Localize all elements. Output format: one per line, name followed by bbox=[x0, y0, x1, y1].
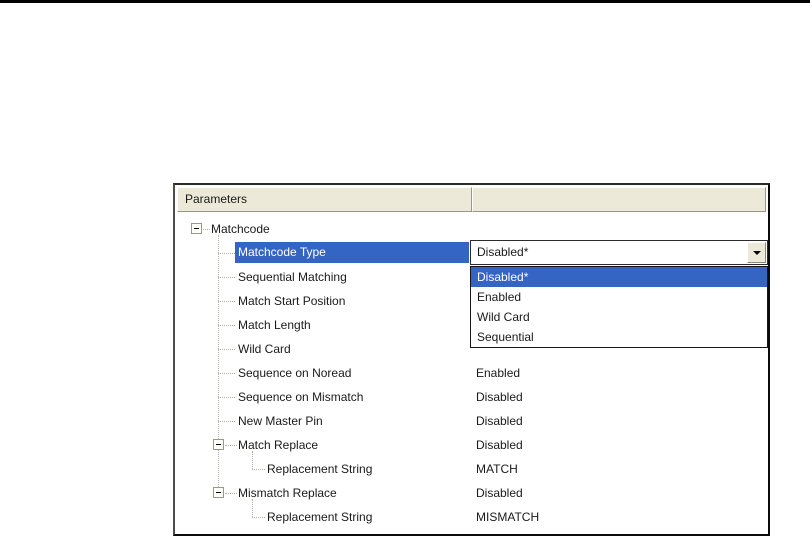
minus-glyph bbox=[216, 444, 221, 445]
parameters-tree: Matchcode Matchcode Type Sequential Matchi… bbox=[175, 212, 768, 534]
tree-item-label[interactable]: Replacement String bbox=[267, 457, 372, 481]
matchcode-type-combobox[interactable]: Disabled* bbox=[470, 240, 768, 265]
tree-item-label[interactable]: Wild Card bbox=[238, 337, 291, 361]
column-header-value[interactable] bbox=[472, 187, 766, 212]
tree-item-label[interactable]: Sequential Matching bbox=[238, 265, 347, 289]
tree-item-label[interactable]: Match Length bbox=[238, 313, 311, 337]
parameters-panel: Parameters Matchcode Matchcode Type Sequen… bbox=[173, 183, 770, 536]
tree-item-label[interactable]: Replacement String bbox=[267, 505, 372, 529]
param-value: MISMATCH bbox=[476, 510, 540, 524]
param-value: MATCH bbox=[476, 462, 518, 476]
tree-item-label[interactable]: Match Start Position bbox=[238, 289, 345, 313]
tree-expander-minus-icon[interactable] bbox=[213, 439, 224, 450]
param-value: Disabled bbox=[476, 438, 523, 452]
tree-row: Replacement String MATCH bbox=[175, 457, 768, 481]
tree-item-label[interactable]: Sequence on Noread bbox=[238, 361, 351, 385]
combobox-dropdown-button[interactable] bbox=[747, 242, 766, 263]
minus-glyph bbox=[194, 228, 199, 229]
tree-row: Mismatch Replace Disabled bbox=[175, 481, 768, 505]
column-header-bar: Parameters bbox=[177, 187, 766, 212]
tree-connector-stub bbox=[218, 421, 235, 422]
tree-item-label[interactable]: Matchcode Type bbox=[235, 242, 469, 263]
top-rule bbox=[0, 0, 810, 3]
param-value: Disabled bbox=[476, 390, 523, 404]
tree-row: Sequence on Noread Enabled bbox=[175, 361, 768, 385]
dropdown-option[interactable]: Sequential bbox=[471, 327, 767, 347]
tree-row: Match Replace Disabled bbox=[175, 433, 768, 457]
tree-row: New Master Pin Disabled bbox=[175, 409, 768, 433]
tree-connector-stub bbox=[218, 301, 235, 302]
tree-connector-stub bbox=[252, 517, 265, 518]
tree-connector-stub bbox=[218, 325, 235, 326]
tree-connector-stub bbox=[218, 373, 235, 374]
chevron-down-icon bbox=[752, 250, 761, 255]
tree-connector-stub bbox=[218, 253, 235, 254]
dropdown-option[interactable]: Disabled* bbox=[471, 267, 767, 287]
tree-item-label[interactable]: New Master Pin bbox=[238, 409, 323, 433]
selected-row-highlight[interactable]: Matchcode Type bbox=[235, 242, 469, 263]
combobox-value: Disabled* bbox=[477, 245, 529, 259]
dropdown-option[interactable]: Enabled bbox=[471, 287, 767, 307]
dropdown-option[interactable]: Wild Card bbox=[471, 307, 767, 327]
param-value: Disabled bbox=[476, 486, 523, 500]
tree-connector-stub bbox=[218, 349, 235, 350]
column-header-parameters[interactable]: Parameters bbox=[177, 187, 472, 212]
tree-row: Replacement String MISMATCH bbox=[175, 505, 768, 529]
minus-glyph bbox=[216, 492, 221, 493]
tree-connector-stub bbox=[225, 493, 237, 494]
tree-expander-minus-icon[interactable] bbox=[191, 223, 202, 234]
tree-connector-stub bbox=[218, 277, 235, 278]
tree-item-label[interactable]: Match Replace bbox=[238, 433, 318, 457]
tree-connector-stub bbox=[218, 397, 235, 398]
matchcode-type-dropdown-list: Disabled* Enabled Wild Card Sequential bbox=[470, 266, 768, 348]
tree-connector-stub bbox=[225, 445, 237, 446]
tree-item-label[interactable]: Sequence on Mismatch bbox=[238, 385, 363, 409]
tree-row: Matchcode bbox=[175, 217, 768, 241]
tree-row: Sequence on Mismatch Disabled bbox=[175, 385, 768, 409]
tree-item-label[interactable]: Mismatch Replace bbox=[238, 481, 337, 505]
tree-expander-minus-icon[interactable] bbox=[213, 487, 224, 498]
tree-connector-stub bbox=[203, 229, 210, 230]
param-value: Disabled bbox=[476, 414, 523, 428]
tree-item-label[interactable]: Matchcode bbox=[211, 217, 270, 241]
param-value: Enabled bbox=[476, 366, 521, 380]
tree-connector-stub bbox=[252, 469, 265, 470]
